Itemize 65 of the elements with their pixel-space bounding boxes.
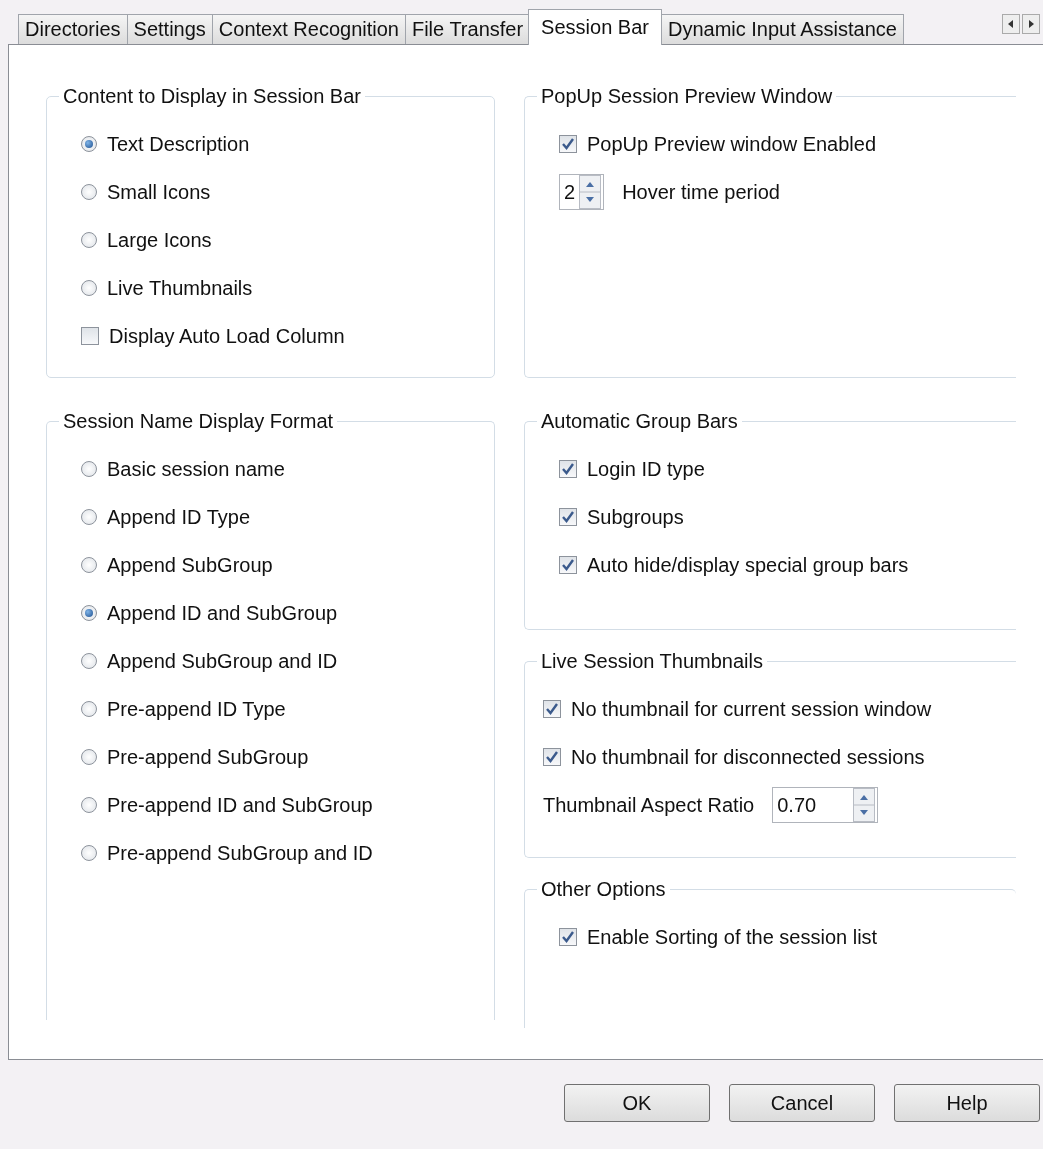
radio-button[interactable] (81, 184, 97, 200)
checkbox[interactable] (543, 700, 561, 718)
radio-button[interactable] (81, 845, 97, 861)
radio-label: Pre-append ID and SubGroup (107, 793, 373, 817)
group-title: Live Session Thumbnails (540, 650, 764, 673)
checkbox-label: Display Auto Load Column (109, 324, 345, 348)
dialog-button[interactable]: Cancel (729, 1084, 875, 1122)
radio-label: Basic session name (107, 457, 285, 481)
radio-label: Pre-append SubGroup (107, 745, 309, 769)
tab[interactable]: Dynamic Input Assistance (660, 14, 904, 44)
checkbox[interactable] (543, 748, 561, 766)
spin-field[interactable]: 2 (559, 174, 605, 210)
checkbox[interactable] (559, 556, 577, 574)
group-title: Automatic Group Bars (540, 410, 739, 433)
radio-label: Append ID Type (107, 505, 251, 529)
radio-button[interactable] (81, 605, 97, 621)
group-title: Content to Display in Session Bar (62, 85, 362, 108)
checkbox-label: Enable Sorting of the session list (587, 925, 878, 949)
checkbox[interactable] (559, 460, 577, 478)
checkbox-label: Auto hide/display special group bars (587, 553, 909, 577)
radio-button[interactable] (81, 557, 97, 573)
radio-button[interactable] (81, 232, 97, 248)
group-title: PopUp Session Preview Window (540, 85, 834, 108)
dialog-button[interactable]: Help (894, 1084, 1040, 1122)
checkbox[interactable] (81, 327, 99, 345)
radio-button[interactable] (81, 136, 97, 152)
scroll-right-icon[interactable] (1022, 14, 1040, 34)
radio-label: Append SubGroup and ID (107, 649, 338, 673)
tab[interactable]: Settings (126, 14, 213, 44)
checkbox-label: PopUp Preview window Enabled (587, 132, 877, 156)
checkbox-label: No thumbnail for disconnected sessions (571, 745, 925, 769)
radio-label: Text Description (107, 132, 250, 156)
radio-label: Large Icons (107, 228, 212, 252)
radio-button[interactable] (81, 653, 97, 669)
tab[interactable]: File Transfer (404, 14, 531, 44)
radio-button[interactable] (81, 461, 97, 477)
radio-button[interactable] (81, 509, 97, 525)
spin-arrows-icon[interactable] (853, 788, 876, 822)
spin-label: Hover time period (622, 180, 780, 204)
checkbox-label: Login ID type (587, 457, 705, 481)
radio-label: Live Thumbnails (107, 276, 253, 300)
group-title: Session Name Display Format (62, 410, 335, 433)
radio-label: Pre-append SubGroup and ID (107, 841, 373, 865)
tab[interactable]: Session Bar (528, 9, 662, 45)
radio-button[interactable] (81, 797, 97, 813)
dialog-button[interactable]: OK (564, 1084, 710, 1122)
radio-button[interactable] (81, 701, 97, 717)
radio-button[interactable] (81, 749, 97, 765)
radio-button[interactable] (81, 280, 97, 296)
radio-label: Append SubGroup (107, 553, 273, 577)
spin-label: Thumbnail Aspect Ratio (543, 793, 755, 817)
tab[interactable]: Directories (18, 14, 128, 44)
checkbox-label: No thumbnail for current session window (571, 697, 932, 721)
spin-field[interactable]: 0.70 (772, 787, 879, 823)
checkbox[interactable] (559, 508, 577, 526)
radio-label: Small Icons (107, 180, 211, 204)
group-title: Other Options (540, 878, 667, 901)
tab[interactable]: Context Recognition (211, 14, 406, 44)
scroll-left-icon[interactable] (1002, 14, 1020, 34)
checkbox-label: Subgroups (587, 505, 684, 529)
checkbox[interactable] (559, 135, 577, 153)
radio-label: Append ID and SubGroup (107, 601, 338, 625)
spin-arrows-icon[interactable] (579, 175, 602, 209)
radio-label: Pre-append ID Type (107, 697, 286, 721)
checkbox[interactable] (559, 928, 577, 946)
